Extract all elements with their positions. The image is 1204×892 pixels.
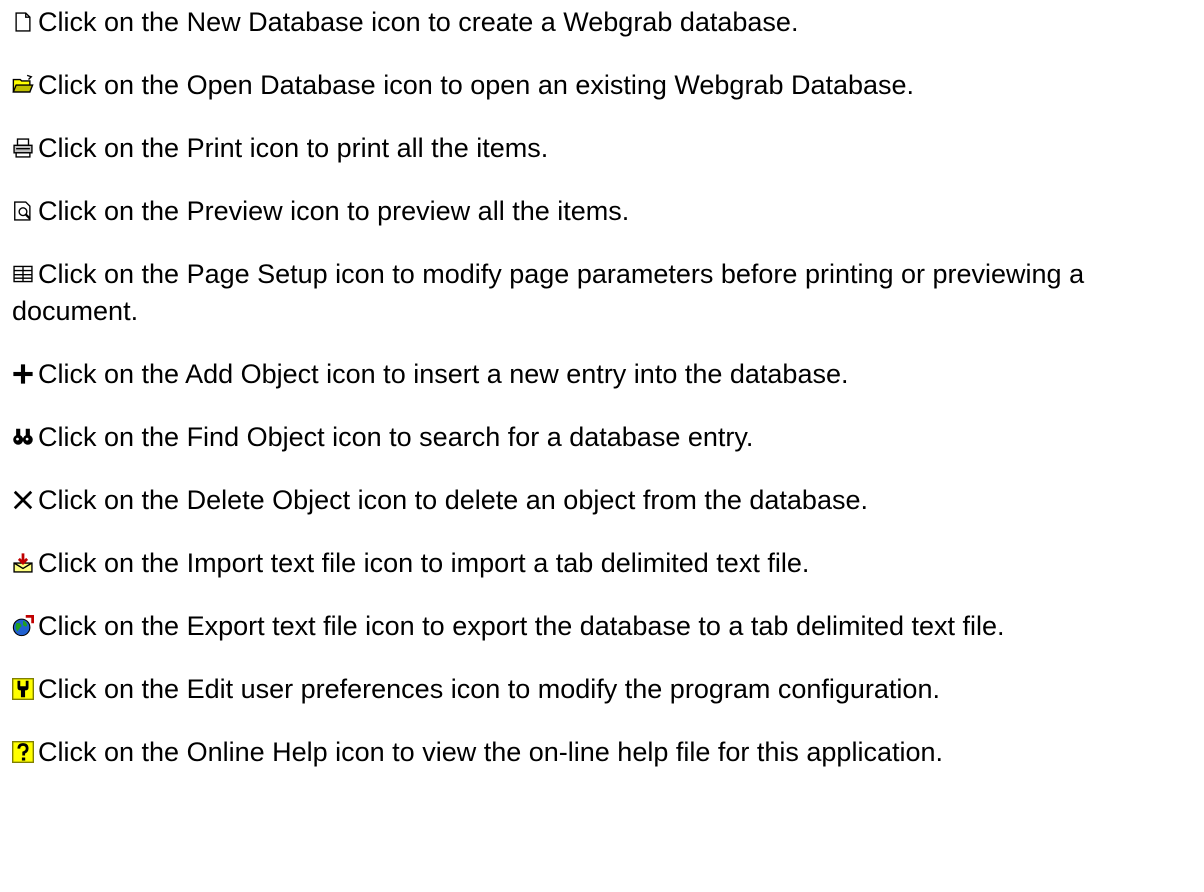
- help-item-text: Click on the New Database icon to create…: [38, 7, 799, 37]
- help-item-text: Click on the Export text file icon to ex…: [38, 611, 1005, 641]
- online-help-icon: [12, 741, 34, 763]
- help-item-page-setup: Click on the Page Setup icon to modify p…: [12, 256, 1162, 330]
- new-database-icon: [12, 11, 34, 33]
- help-item-text: Click on the Add Object icon to insert a…: [38, 359, 849, 389]
- help-item-online-help: Click on the Online Help icon to view th…: [12, 734, 1204, 771]
- help-item-find-object: Click on the Find Object icon to search …: [12, 419, 1204, 456]
- help-item-export-text-file: Click on the Export text file icon to ex…: [12, 608, 1204, 645]
- preview-icon: [12, 200, 34, 222]
- import-text-file-icon: [12, 552, 34, 574]
- help-item-text: Click on the Edit user preferences icon …: [38, 674, 940, 704]
- find-object-icon: [12, 426, 34, 448]
- export-text-file-icon: [12, 615, 34, 637]
- help-item-preview: Click on the Preview icon to preview all…: [12, 193, 1204, 230]
- help-item-text: Click on the Preview icon to preview all…: [38, 196, 630, 226]
- help-item-import-text-file: Click on the Import text file icon to im…: [12, 545, 1204, 582]
- help-item-add-object: Click on the Add Object icon to insert a…: [12, 356, 1204, 393]
- help-item-text: Click on the Delete Object icon to delet…: [38, 485, 868, 515]
- add-object-icon: [12, 363, 34, 385]
- help-item-text: Click on the Online Help icon to view th…: [38, 737, 943, 767]
- delete-object-icon: [12, 489, 34, 511]
- print-icon: [12, 137, 34, 159]
- help-item-new-database: Click on the New Database icon to create…: [12, 4, 1204, 41]
- help-item-delete-object: Click on the Delete Object icon to delet…: [12, 482, 1204, 519]
- help-item-text: Click on the Find Object icon to search …: [38, 422, 754, 452]
- help-item-edit-user-preferences: Click on the Edit user preferences icon …: [12, 671, 1204, 708]
- open-database-icon: [12, 74, 34, 96]
- help-item-print: Click on the Print icon to print all the…: [12, 130, 1204, 167]
- help-item-text: Click on the Page Setup icon to modify p…: [12, 259, 1085, 326]
- help-item-text: Click on the Print icon to print all the…: [38, 133, 549, 163]
- edit-user-preferences-icon: [12, 678, 34, 700]
- help-item-text: Click on the Open Database icon to open …: [38, 70, 915, 100]
- page-setup-icon: [12, 263, 34, 285]
- help-item-text: Click on the Import text file icon to im…: [38, 548, 810, 578]
- help-item-open-database: Click on the Open Database icon to open …: [12, 67, 1204, 104]
